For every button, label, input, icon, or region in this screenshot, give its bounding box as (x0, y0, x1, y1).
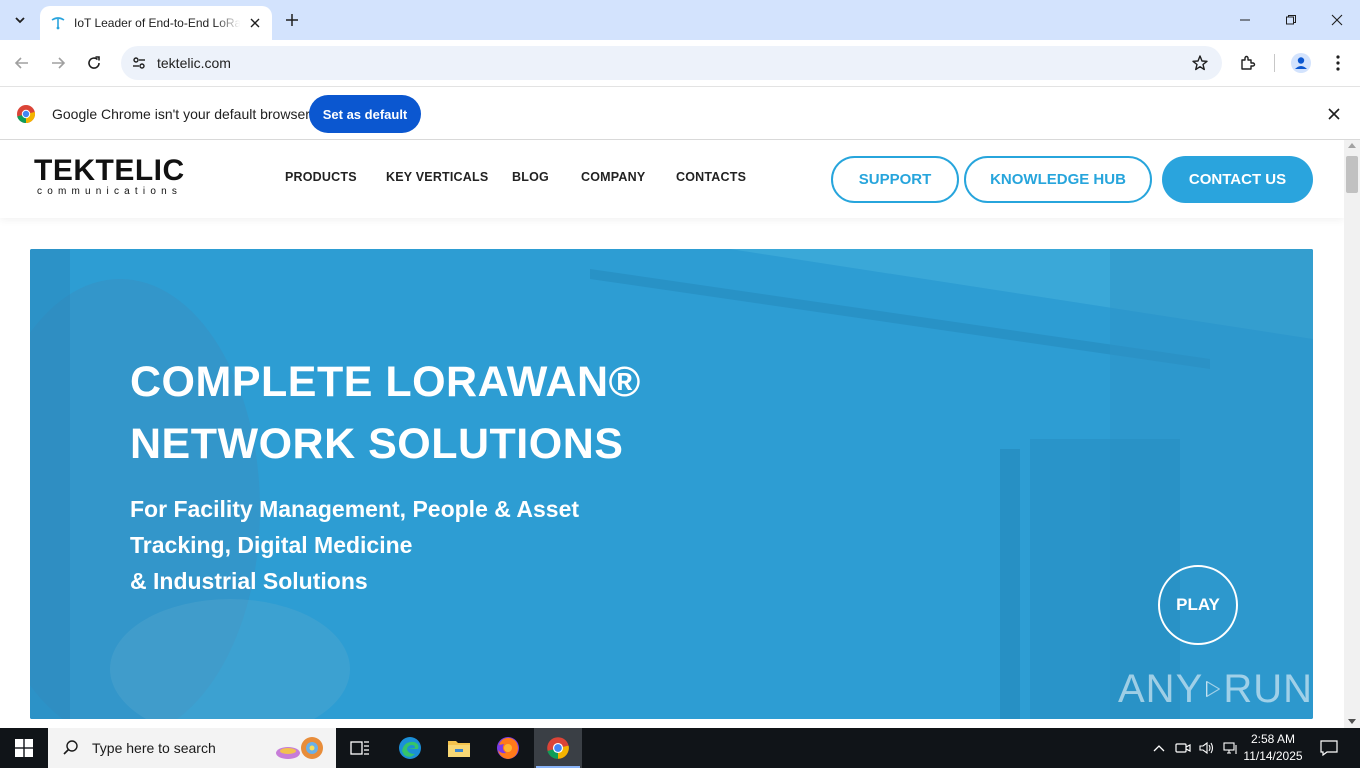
hero-background-video (30, 249, 1313, 719)
hero-subheading-line-3: & Industrial Solutions (130, 568, 368, 594)
search-icon (63, 740, 78, 755)
nav-company[interactable]: COMPANY (581, 170, 645, 184)
network-icon[interactable] (1220, 728, 1242, 768)
infobar-close-icon[interactable] (1324, 104, 1344, 124)
tektelic-favicon-icon (50, 15, 66, 31)
chrome-taskbar-icon[interactable] (534, 728, 582, 768)
hero-heading-line-1: COMPLETE LORAWAN® (130, 358, 641, 406)
active-tab[interactable]: IoT Leader of End-to-End LoRaWAN (40, 6, 272, 40)
default-browser-infobar: Google Chrome isn't your default browser… (0, 86, 1360, 140)
chevron-down-icon (15, 17, 25, 24)
infobar-message: Google Chrome isn't your default browser (52, 106, 310, 122)
edge-browser-icon[interactable] (386, 728, 434, 768)
notifications-icon[interactable] (1314, 728, 1344, 768)
nav-blog[interactable]: BLOG (512, 170, 549, 184)
hero-banner: COMPLETE LORAWAN® NETWORK SOLUTIONS For … (30, 249, 1313, 719)
taskbar-clock[interactable]: 2:58 AM 11/14/2025 (1240, 731, 1306, 765)
knowledge-hub-button[interactable]: KNOWLEDGE HUB (964, 156, 1152, 203)
forward-arrow-icon[interactable] (43, 48, 73, 78)
toolbar-separator (1274, 54, 1275, 72)
nav-contacts[interactable]: CONTACTS (676, 170, 746, 184)
search-highlight-icon (276, 737, 323, 759)
close-window-icon[interactable] (1314, 0, 1360, 40)
hero-subheading-line-2: Tracking, Digital Medicine (130, 532, 413, 558)
tab-title: IoT Leader of End-to-End LoRaWAN (74, 16, 240, 30)
page-scrollbar[interactable] (1344, 140, 1360, 728)
nav-products[interactable]: PRODUCTS (285, 170, 357, 184)
volume-icon[interactable] (1196, 728, 1218, 768)
contact-us-button[interactable]: CONTACT US (1162, 156, 1313, 203)
clock-date: 11/14/2025 (1243, 749, 1303, 763)
tab-strip: IoT Leader of End-to-End LoRaWAN (0, 0, 1360, 40)
logo-wordmark: TEKTELIC (34, 154, 185, 187)
windows-start-icon[interactable] (0, 728, 48, 768)
meet-now-icon[interactable] (1172, 728, 1194, 768)
site-info-icon[interactable] (129, 53, 149, 73)
browser-toolbar: tektelic.com (0, 40, 1360, 86)
hero-subheading: For Facility Management, People & Asset … (130, 491, 579, 599)
file-explorer-icon[interactable] (435, 728, 483, 768)
restore-icon[interactable] (1268, 0, 1314, 40)
hero-heading-line-2: NETWORK SOLUTIONS (130, 420, 624, 468)
scroll-down-arrow-icon[interactable] (1348, 719, 1356, 724)
minimize-icon[interactable] (1222, 0, 1268, 40)
set-as-default-button[interactable]: Set as default (309, 95, 421, 133)
profile-avatar-icon[interactable] (1288, 50, 1314, 76)
chrome-logo-icon (16, 104, 36, 124)
windows-taskbar: Type here to search 2:58 AM 11/14/2025 (0, 728, 1360, 768)
search-placeholder: Type here to search (92, 740, 216, 756)
support-button[interactable]: SUPPORT (831, 156, 959, 203)
hero-heading: COMPLETE LORAWAN® NETWORK SOLUTIONS (130, 351, 641, 475)
tektelic-logo[interactable]: TEKTELIC communications (34, 156, 184, 198)
taskbar-search-box[interactable]: Type here to search (48, 728, 336, 768)
nav-key-verticals[interactable]: KEY VERTICALS (386, 170, 488, 184)
more-menu-icon[interactable] (1325, 50, 1351, 76)
back-arrow-icon[interactable] (7, 48, 37, 78)
scroll-thumb[interactable] (1346, 156, 1358, 193)
tray-overflow-chevron-icon[interactable] (1148, 728, 1170, 768)
task-view-icon[interactable] (336, 728, 384, 768)
tab-search-button[interactable] (6, 7, 34, 33)
address-bar[interactable]: tektelic.com (121, 46, 1222, 80)
hero-subheading-line-1: For Facility Management, People & Asset (130, 496, 580, 522)
site-header: TEKTELIC communications PRODUCTS KEY VER… (0, 140, 1344, 218)
url-text[interactable]: tektelic.com (157, 55, 231, 71)
scroll-up-arrow-icon[interactable] (1348, 143, 1356, 148)
anyrun-watermark: ANY RUN (1118, 659, 1313, 719)
page-viewport: TEKTELIC communications PRODUCTS KEY VER… (0, 140, 1344, 728)
reload-icon[interactable] (79, 48, 109, 78)
extensions-puzzle-icon[interactable] (1235, 50, 1261, 76)
play-video-button[interactable]: PLAY (1158, 565, 1238, 645)
play-triangle-icon (1206, 680, 1221, 698)
firefox-icon[interactable] (484, 728, 532, 768)
logo-tagline: communications (37, 186, 183, 197)
clock-time: 2:58 AM (1250, 732, 1296, 746)
bookmark-star-icon[interactable] (1190, 53, 1210, 73)
tab-close-icon[interactable] (246, 14, 264, 32)
new-tab-plus-icon[interactable] (280, 8, 304, 32)
